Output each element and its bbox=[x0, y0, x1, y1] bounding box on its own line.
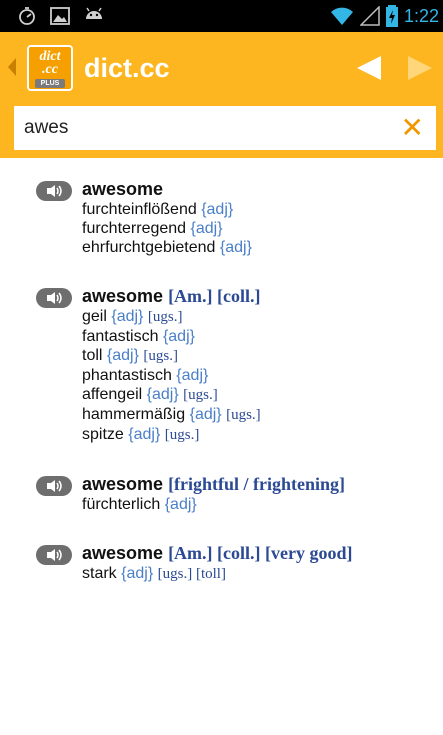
result-term: awesome bbox=[82, 286, 164, 306]
status-bar: 1:22 bbox=[0, 0, 443, 32]
result-term: awesome bbox=[82, 543, 164, 563]
translation-word: affengeil bbox=[82, 386, 143, 403]
wifi-icon bbox=[330, 7, 353, 25]
result-headline: awesome bbox=[82, 178, 443, 200]
translation-row[interactable]: ehrfurchtgebietend {adj} bbox=[82, 238, 443, 257]
translation-row[interactable]: stark {adj} [ugs.] [toll] bbox=[82, 564, 443, 584]
result-entry[interactable]: awesome [Am.] [coll.] [very good] stark {… bbox=[0, 542, 443, 584]
result-entry[interactable]: awesome [Am.] [coll.] geil {adj} [ugs.] fa… bbox=[0, 285, 443, 445]
signal-icon bbox=[359, 6, 380, 26]
clear-search-icon[interactable]: ✕ bbox=[401, 112, 424, 144]
previous-arrow-icon[interactable] bbox=[357, 56, 381, 80]
speaker-icon[interactable] bbox=[36, 181, 72, 201]
word-class-tag: {adj} bbox=[219, 239, 252, 256]
speaker-icon[interactable] bbox=[36, 545, 72, 565]
result-qualifiers: [Am.] [coll.] [very good] bbox=[168, 543, 353, 563]
translation-row[interactable]: toll {adj} [ugs.] bbox=[82, 346, 443, 366]
app-title: dict.cc bbox=[84, 53, 170, 83]
word-class-tag: {adj} bbox=[176, 367, 209, 384]
translation-row[interactable]: hammermäßig {adj} [ugs.] bbox=[82, 405, 443, 425]
usage-tag: [ugs.] bbox=[226, 407, 261, 423]
stopwatch-icon bbox=[19, 7, 35, 25]
word-class-tag: {adj} bbox=[106, 347, 139, 364]
translation-row[interactable]: spitze {adj} [ugs.] bbox=[82, 425, 443, 445]
translation-row[interactable]: furchterregend {adj} bbox=[82, 219, 443, 238]
translation-word: phantastisch bbox=[82, 367, 172, 384]
word-class-tag: {adj} bbox=[121, 565, 154, 582]
next-arrow-icon[interactable] bbox=[408, 56, 432, 80]
word-class-tag: {adj} bbox=[201, 201, 234, 218]
usage-tag: [ugs.] bbox=[183, 387, 218, 403]
usage-tag: [ugs.] bbox=[143, 348, 178, 364]
result-headline: awesome [Am.] [coll.] [very good] bbox=[82, 542, 443, 564]
translation-word: stark bbox=[82, 565, 117, 582]
status-right-icons: 1:22 bbox=[330, 4, 439, 28]
translation-row[interactable]: affengeil {adj} [ugs.] bbox=[82, 385, 443, 405]
result-entry[interactable]: awesome furchteinflößend {adj} furchterreg… bbox=[0, 178, 443, 257]
word-class-tag: {adj} bbox=[189, 406, 222, 423]
usage-tag: [ugs.] bbox=[164, 427, 200, 443]
status-left-icons bbox=[18, 6, 104, 26]
speaker-icon[interactable] bbox=[36, 476, 72, 496]
usage-tag: [ugs.] bbox=[147, 309, 183, 325]
app-logo-badge: PLUS bbox=[35, 79, 65, 88]
result-qualifiers: [Am.] [coll.] bbox=[168, 286, 261, 306]
search-bar: ✕ bbox=[0, 102, 443, 158]
battery-icon bbox=[385, 5, 398, 27]
search-input[interactable] bbox=[24, 106, 374, 150]
word-class-tag: {adj} bbox=[190, 220, 223, 237]
status-time: 1:22 bbox=[403, 6, 439, 26]
translation-row[interactable]: phantastisch {adj} bbox=[82, 366, 443, 385]
translation-word: ehrfurchtgebietend bbox=[82, 239, 216, 256]
translation-word: hammermäßig bbox=[82, 406, 186, 423]
translation-word: fürchterlich bbox=[82, 496, 161, 513]
app-logo-line2: .cc bbox=[42, 62, 58, 77]
app-bar: dict .cc PLUS dict.cc bbox=[0, 32, 443, 102]
back-chevron-icon[interactable] bbox=[8, 58, 16, 76]
image-icon bbox=[50, 7, 70, 25]
translation-word: geil bbox=[82, 308, 107, 325]
result-headline: awesome [Am.] [coll.] bbox=[82, 285, 443, 307]
word-class-tag: {adj} bbox=[128, 426, 161, 443]
word-class-tag: {adj} bbox=[164, 496, 197, 513]
translation-row[interactable]: fürchterlich {adj} bbox=[82, 495, 443, 514]
android-icon bbox=[86, 7, 102, 19]
result-qualifiers: [frightful / frightening] bbox=[168, 474, 346, 494]
app-logo[interactable]: dict .cc PLUS bbox=[27, 45, 73, 91]
result-term: awesome bbox=[82, 179, 164, 199]
translation-row[interactable]: furchteinflößend {adj} bbox=[82, 200, 443, 219]
translation-word: furchteinflößend bbox=[82, 201, 197, 218]
result-term: awesome bbox=[82, 474, 164, 494]
translation-word: toll bbox=[82, 347, 103, 364]
search-box: ✕ bbox=[14, 106, 436, 150]
translation-row[interactable]: fantastisch {adj} bbox=[82, 327, 443, 346]
word-class-tag: {adj} bbox=[162, 328, 195, 345]
result-headline: awesome [frightful / frightening] bbox=[82, 473, 443, 495]
word-class-tag: {adj} bbox=[146, 386, 179, 403]
translation-word: spitze bbox=[82, 426, 124, 443]
results-list: awesome furchteinflößend {adj} furchterreg… bbox=[0, 178, 443, 612]
translation-word: fantastisch bbox=[82, 328, 159, 345]
translation-word: furchterregend bbox=[82, 220, 187, 237]
result-entry[interactable]: awesome [frightful / frightening] fürchte… bbox=[0, 473, 443, 514]
word-class-tag: {adj} bbox=[111, 308, 144, 325]
translation-row[interactable]: geil {adj} [ugs.] bbox=[82, 307, 443, 327]
speaker-icon[interactable] bbox=[36, 288, 72, 308]
usage-tag: [ugs.] [toll] bbox=[157, 566, 226, 582]
